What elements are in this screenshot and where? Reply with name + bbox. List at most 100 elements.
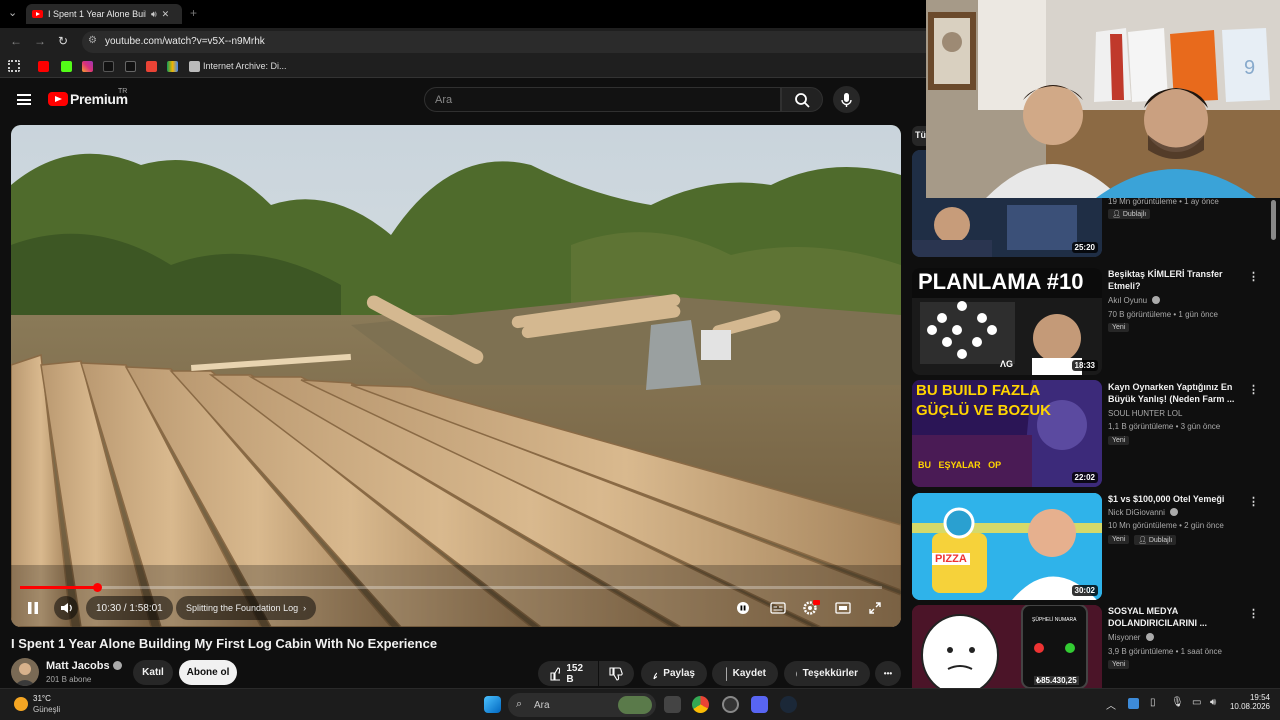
taskbar-search[interactable]: ⌕ Ara	[508, 693, 656, 717]
fullscreen-button[interactable]	[865, 596, 885, 620]
search-button[interactable]	[781, 87, 823, 112]
sun-icon[interactable]	[14, 697, 28, 711]
subscribe-button[interactable]: Abone ol	[179, 660, 237, 685]
taskbar-search-label: Ara	[534, 700, 550, 711]
sidebar-scrollbar[interactable]	[1271, 200, 1276, 240]
autoplay-toggle[interactable]	[734, 596, 752, 620]
channel-name[interactable]: Matt Jacobs	[46, 660, 110, 672]
thanks-label: Teşekkürler	[802, 668, 858, 679]
recommendation-channel[interactable]: Misyoner	[1108, 633, 1154, 642]
steam-icon[interactable]	[780, 696, 797, 713]
instagram-bookmark-icon[interactable]	[82, 61, 93, 72]
windows-taskbar: 31°C Güneşli ⌕ Ara ︿ ▯ 🎙︎ ▭ 🔊︎ 19:54 10.…	[0, 688, 1280, 720]
channel-name-row[interactable]: Matt Jacobs	[46, 660, 122, 672]
channel-avatar[interactable]	[11, 658, 39, 686]
fullscreen-icon	[869, 602, 881, 614]
thumbnail-text-bottom: BU EŞYALAR OP	[918, 460, 1002, 470]
new-tab-button[interactable]: +	[190, 6, 197, 20]
recommendation-title[interactable]: SOSYAL MEDYA DOLANDIRICILARINI ...	[1108, 605, 1238, 629]
progress-scrubber[interactable]	[93, 583, 102, 592]
obs-icon[interactable]	[722, 696, 739, 713]
webcam-overlay: 9	[926, 0, 1280, 198]
like-button[interactable]: 152 B	[538, 661, 598, 686]
join-button[interactable]: Katıl	[133, 660, 173, 685]
speaker-icon[interactable]: 🔊︎	[151, 9, 157, 20]
progress-track[interactable]	[20, 586, 882, 589]
subtitles-button[interactable]	[768, 596, 788, 620]
more-actions-button[interactable]: •••	[875, 661, 901, 686]
chrome-icon[interactable]	[692, 696, 709, 713]
chapter-button[interactable]: Splitting the Foundation Log ›	[176, 596, 317, 620]
recommendation-channel[interactable]: SOUL HUNTER LOL	[1108, 409, 1182, 418]
recommendation-thumbnail[interactable]: BU BUILD FAZLA GÜÇLÜ VE BOZUK BU EŞYALAR…	[912, 380, 1102, 487]
volume-button[interactable]	[54, 596, 78, 620]
tab-search-chevron-icon[interactable]: ⌄	[8, 6, 17, 19]
dislike-button[interactable]	[599, 661, 634, 686]
video-duration: 18:33	[1071, 360, 1098, 371]
settings-button[interactable]	[801, 596, 821, 620]
theater-mode-button[interactable]	[833, 596, 853, 620]
apps-grid-icon[interactable]	[8, 60, 20, 72]
browser-tab[interactable]: I Spent 1 Year Alone Building 🔊︎ ✕	[26, 4, 182, 24]
microphone-icon[interactable]: 🎙︎	[1171, 697, 1184, 708]
drive-bookmark-icon[interactable]	[167, 61, 178, 72]
archive-bookmark-label[interactable]: Internet Archive: Di...	[203, 61, 287, 71]
more-options-icon[interactable]: ⋮	[1248, 270, 1259, 283]
archive-bookmark-icon[interactable]	[189, 61, 200, 72]
recommendation-thumbnail[interactable]: PIZZA 30:02	[912, 493, 1102, 600]
voice-search-button[interactable]	[833, 86, 860, 113]
settings-gear-icon	[803, 600, 820, 615]
thanks-button[interactable]: $ Teşekkürler	[784, 661, 870, 686]
clock-time: 19:54	[1249, 693, 1270, 702]
task-view-icon[interactable]	[664, 696, 681, 713]
recommendation-title[interactable]: Kayn Oynarken Yaptığınız En Büyük Yanlış…	[1108, 381, 1238, 405]
recommendation-title[interactable]: Beşiktaş KİMLERİ Transfer Etmeli?	[1108, 268, 1238, 292]
recommendation-thumbnail[interactable]: ŞÜPHELİ NUMARA ₺85.430,25	[912, 605, 1102, 688]
video-player[interactable]	[11, 125, 901, 627]
video-title: I Spent 1 Year Alone Building My First L…	[11, 636, 438, 651]
more-options-icon[interactable]: ⋮	[1248, 383, 1259, 396]
filter-chip-all[interactable]: Tü	[912, 126, 926, 146]
thumbnail-logo-text: ΛG	[1000, 359, 1014, 369]
recommendation-thumbnail[interactable]: PLANLAMA #10 ΛG 18:33	[912, 268, 1102, 375]
x-bookmark-icon[interactable]	[125, 61, 136, 72]
tiktok-bookmark-icon[interactable]	[103, 61, 114, 72]
search-box[interactable]	[424, 87, 781, 112]
menu-icon[interactable]	[17, 94, 31, 105]
volume-icon[interactable]: 🔊︎	[1210, 697, 1216, 708]
youtube-logo-icon[interactable]	[48, 92, 68, 106]
kick-bookmark-icon[interactable]	[61, 61, 72, 72]
video-frame	[11, 125, 901, 627]
tray-app-icon[interactable]	[1128, 698, 1139, 709]
usb-icon[interactable]: ▯	[1150, 697, 1156, 708]
search-input[interactable]	[425, 88, 780, 111]
recommendation-meta: 10 Mn görüntüleme • 2 gün önce	[1108, 521, 1224, 530]
recommendation-channel[interactable]: Nick DiGiovanni	[1108, 508, 1179, 517]
network-icon[interactable]: ▭	[1192, 697, 1201, 708]
search-icon: ⌕	[516, 698, 523, 710]
like-count: 152 B	[566, 662, 584, 685]
gmail-bookmark-icon[interactable]	[146, 61, 157, 72]
reload-icon[interactable]: ↻	[58, 34, 68, 48]
share-button[interactable]: Paylaş	[641, 661, 707, 686]
recommendation-title[interactable]: $1 vs $100,000 Otel Yemeği	[1108, 493, 1238, 505]
windows-start-icon[interactable]	[484, 696, 501, 713]
pause-button[interactable]	[22, 596, 44, 620]
recommendation-channel[interactable]: Akıl Oyunu	[1108, 296, 1161, 305]
url-text[interactable]: youtube.com/watch?v=v5X--n9Mrhk	[105, 36, 265, 47]
address-bar[interactable]: ⚙︎ youtube.com/watch?v=v5X--n9Mrhk	[82, 31, 926, 53]
video-duration: 25:20	[1071, 242, 1098, 253]
site-info-icon[interactable]: ⚙︎	[88, 35, 97, 46]
close-icon[interactable]: ✕	[162, 9, 170, 20]
youtube-bookmark-icon[interactable]	[38, 61, 49, 72]
more-options-icon[interactable]: ⋮	[1248, 607, 1259, 620]
chevron-up-icon[interactable]: ︿	[1106, 697, 1116, 712]
forward-arrow-icon[interactable]: →	[34, 34, 46, 48]
weather-temperature[interactable]: 31°C	[33, 694, 51, 703]
back-arrow-icon[interactable]: ←	[10, 34, 22, 48]
save-button[interactable]: Kaydet	[712, 661, 778, 686]
discord-icon[interactable]	[751, 696, 768, 713]
system-clock[interactable]: 19:54 10.08.2026	[1228, 693, 1270, 711]
weather-condition[interactable]: Güneşli	[33, 705, 60, 714]
more-options-icon[interactable]: ⋮	[1248, 495, 1259, 508]
